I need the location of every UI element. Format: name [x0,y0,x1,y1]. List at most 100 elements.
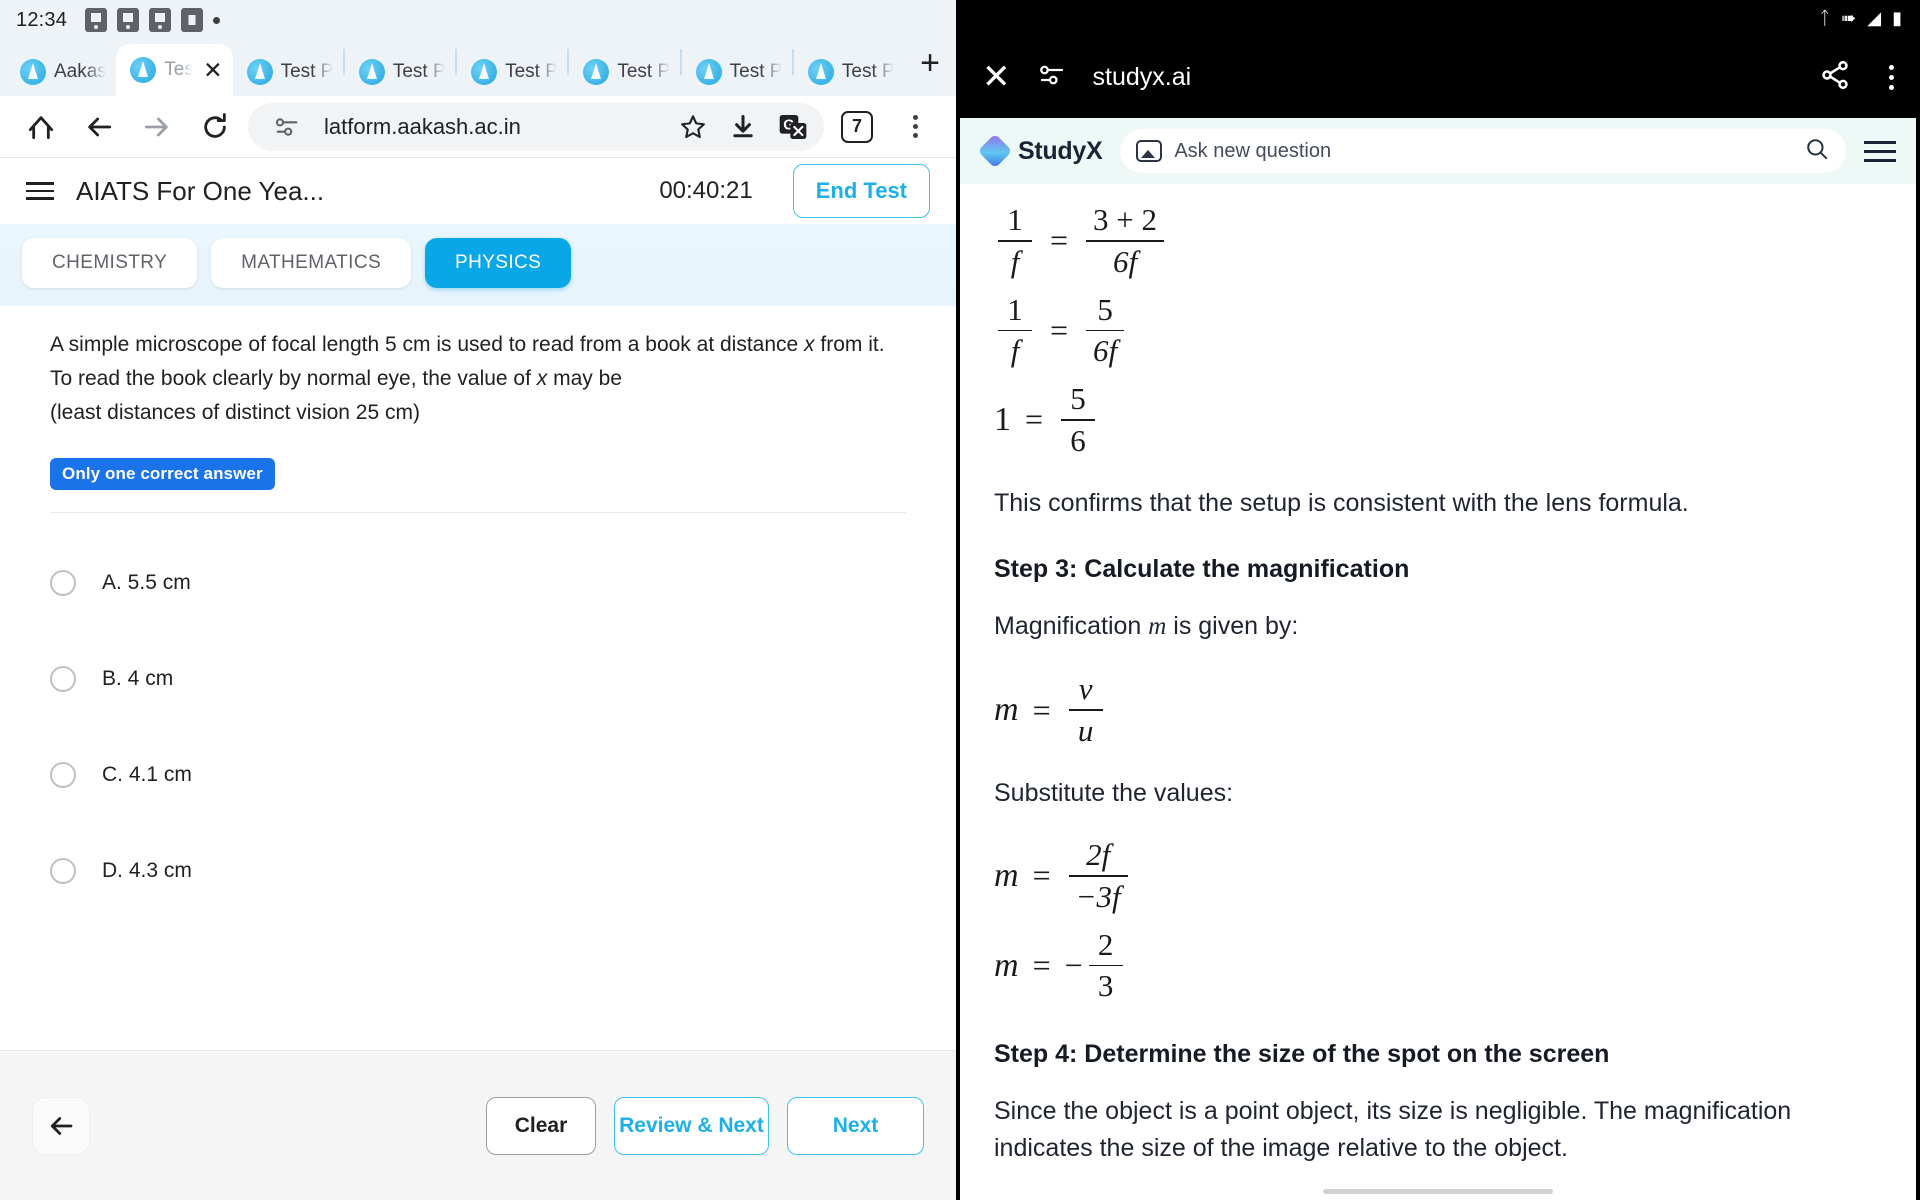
aakash-favicon-icon [20,59,46,85]
site-settings-icon[interactable] [262,105,312,149]
search-input[interactable]: Ask new question [1120,129,1846,173]
studyx-custom-tab-pane: ᛏ ➠ ◢ ▮ ✕ studyx.ai StudyX Ask new quest… [948,0,1920,1200]
option-b[interactable]: B. 4 cm [50,631,906,727]
browser-tab[interactable]: Test P [682,48,792,96]
equation-lhs: m [994,946,1019,984]
clear-button[interactable]: Clear [486,1096,596,1155]
fraction-rhs: 2 3 [1088,925,1123,1007]
tab-title: Test P [280,61,333,82]
share-icon[interactable] [1819,59,1851,96]
equals-sign: = [1050,311,1069,348]
kebab-menu-icon[interactable] [1889,64,1894,90]
equals-sign: = [1050,222,1069,259]
browser-tab[interactable]: Test P [233,48,343,96]
fraction-numerator: 3 + 2 [1093,202,1158,237]
search-icon[interactable] [1804,136,1830,167]
step-3-heading: Step 3: Calculate the magnification [994,555,1410,584]
review-and-next-button[interactable]: Review & Next [614,1096,769,1155]
fraction-denominator: f [1010,243,1020,279]
status-clock: 12:34 [16,8,68,31]
end-test-button[interactable]: End Test [792,164,930,218]
browser-tab[interactable]: Aakas [6,48,116,96]
tab-count: 7 [841,110,873,143]
browser-tab[interactable]: Test P [569,48,679,96]
question-variable-x: x [536,367,548,391]
download-icon[interactable] [718,105,768,149]
navigation-gesture-bar [1323,1189,1553,1194]
browser-tab-active[interactable]: Tes ✕ [116,44,233,96]
option-c[interactable]: C. 4.1 cm [50,727,906,823]
forward-button[interactable] [128,98,186,156]
aakash-favicon-icon [246,59,273,85]
close-icon[interactable]: ✕ [982,60,1011,94]
radio-button-icon[interactable] [50,570,76,597]
tab-title: Test P [505,61,558,82]
kebab-menu-icon [912,115,918,138]
studyx-webview: StudyX Ask new question 1 f = 3 + 2 6f 1… [960,118,1916,1200]
substitute-text: Substitute the values: [994,778,1234,807]
fraction-denominator: 3 [1097,968,1114,1004]
studyx-logo[interactable]: StudyX [977,133,1103,169]
menu-hamburger-icon[interactable] [26,182,54,200]
fraction-numerator: v [1078,671,1093,707]
browser-tab[interactable]: Test P [457,48,567,96]
tab-physics[interactable]: PHYSICS [425,238,572,288]
equals-sign: = [1032,691,1051,728]
fraction-lhs: 1 f [998,200,1032,282]
back-button[interactable] [70,98,128,156]
tab-mathematics[interactable]: MATHEMATICS [211,238,412,288]
fraction-rhs: 3 + 2 6f [1086,200,1165,282]
test-header: AIATS For One Yea... 00:40:21 End Test [0,158,956,224]
option-a[interactable]: A. 5.5 cm [50,535,906,631]
aakash-favicon-icon [358,59,385,85]
home-button[interactable] [12,98,70,156]
equals-sign: = [1025,401,1044,438]
screen: 12:34 Aakas Tes ✕ Test P Test P Test P T… [0,0,1920,1200]
bluetooth-icon: ᛏ [1819,8,1831,28]
aakash-favicon-icon [130,57,157,83]
tab-chemistry[interactable]: CHEMISTRY [22,238,198,288]
image-upload-icon[interactable] [1136,140,1163,162]
studyx-logo-icon [977,133,1013,169]
tab-title: Aakas [54,61,107,82]
translate-icon[interactable]: G [768,105,818,149]
next-button[interactable]: Next [787,1096,924,1155]
fraction-denominator: 6 [1070,422,1086,458]
equals-sign: = [1032,857,1051,894]
fraction-numerator: 5 [1097,291,1113,327]
tab-switcher-button[interactable]: 7 [828,98,886,156]
browser-tab[interactable]: Test P [794,48,904,96]
fraction-rhs: v u [1068,669,1103,751]
minus-sign: − [1064,947,1083,984]
radio-button-icon[interactable] [50,666,76,693]
new-tab-button[interactable]: + [904,46,956,90]
tab-title: Test P [841,61,895,82]
custom-tab-header: ✕ studyx.ai [956,36,1920,118]
tab-title: Test P [617,61,670,82]
address-text[interactable]: latform.aakash.ac.in [312,114,668,140]
fraction-numerator: 1 [1007,202,1023,237]
aakash-favicon-icon [695,59,722,85]
close-tab-icon[interactable]: ✕ [203,58,222,82]
option-d[interactable]: D. 4.3 cm [50,823,906,919]
tab-title: Test P [729,61,782,82]
aakash-test-page: AIATS For One Yea... 00:40:21 End Test C… [0,158,956,1200]
site-settings-icon[interactable] [1037,60,1067,95]
radio-button-icon[interactable] [50,762,76,789]
split-screen-drag-handle[interactable] [948,580,955,614]
step-4-body: Since the object is a point object, its … [994,1097,1792,1162]
question-text-part-1: A simple microscope of focal length 5 cm… [50,333,805,356]
tab-strip[interactable]: Aakas Tes ✕ Test P Test P Test P Test P … [0,40,956,96]
browser-tab[interactable]: Test P [345,48,455,96]
question-action-bar: Clear Review & Next Next [0,1050,956,1200]
media-notification-icon [149,8,172,32]
omnibox[interactable]: latform.aakash.ac.in G [248,102,824,151]
studyx-menu-icon[interactable] [1864,140,1896,162]
reload-button[interactable] [186,98,244,156]
previous-question-button[interactable] [32,1096,90,1155]
browser-menu-button[interactable] [886,98,944,156]
bookmark-star-icon[interactable] [668,105,718,149]
fraction-numerator: 5 [1070,381,1086,417]
radio-button-icon[interactable] [50,858,76,885]
equation-lhs: 1 [994,400,1011,438]
